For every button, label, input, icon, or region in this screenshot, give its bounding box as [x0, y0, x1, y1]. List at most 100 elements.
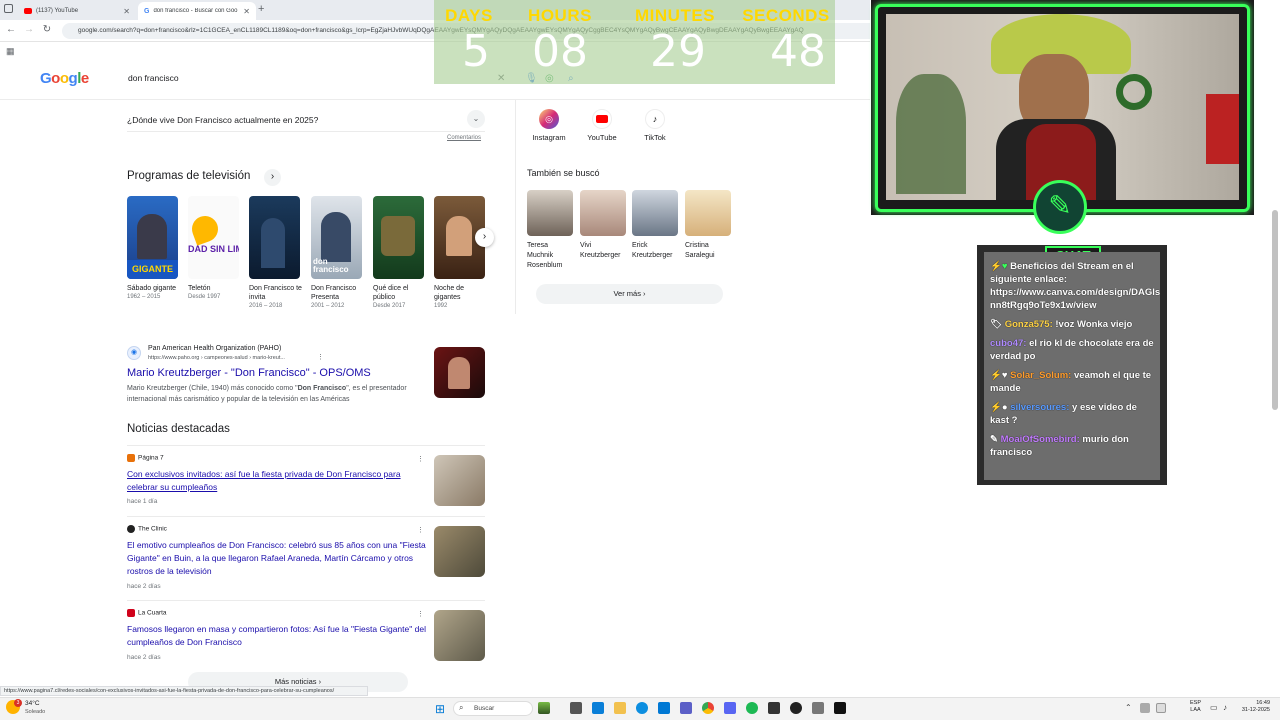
apps-icon[interactable]: ▦ — [6, 46, 15, 57]
page-scrollbar[interactable] — [1272, 210, 1278, 410]
tv-years: 2016 – 2018 — [249, 303, 283, 309]
tv-caption[interactable]: Don Francisco Presenta 2001 – 2012 — [311, 284, 365, 311]
tv-heading[interactable]: Programas de televisión — [127, 170, 250, 182]
instagram-icon[interactable]: ◎ — [539, 109, 559, 129]
network-icon[interactable]: ▭ — [1210, 703, 1218, 712]
tv-poster[interactable]: don francisco — [311, 196, 362, 279]
tv-poster[interactable]: DAD SIN LIM — [188, 196, 239, 279]
news-thumbnail[interactable] — [434, 526, 485, 577]
person-photo[interactable] — [685, 190, 731, 236]
tab-search-icon[interactable] — [4, 4, 13, 13]
more-options-icon[interactable]: ⋮ — [317, 353, 324, 361]
weather-temp[interactable]: 34°C — [25, 700, 40, 707]
divider — [127, 516, 485, 517]
news-thumbnail[interactable] — [434, 455, 485, 506]
social-label[interactable]: YouTube — [577, 133, 627, 142]
person-name[interactable]: Erick Kreutzberger — [632, 241, 680, 261]
person-name[interactable]: Cristina Saralegui — [685, 241, 733, 261]
news-title[interactable]: Famosos llegaron en masa y compartieron … — [127, 623, 427, 649]
feedback-link[interactable]: Comentarios — [447, 135, 481, 141]
tiktok-icon[interactable]: ♪ — [645, 109, 665, 129]
close-icon[interactable]: ✕ — [123, 7, 130, 16]
google-logo[interactable]: Google — [40, 70, 89, 87]
chevron-down-icon[interactable]: ⌄ — [467, 110, 485, 128]
more-options-icon[interactable]: ⋮ — [417, 526, 424, 534]
news-source[interactable]: The Clinic — [127, 525, 167, 533]
taskbar-search[interactable]: Buscar — [453, 701, 533, 716]
more-options-icon[interactable]: ⋮ — [417, 455, 424, 463]
tv-title: Qué dice el público — [373, 285, 409, 301]
tv-caption[interactable]: Sábado gigante 1962 – 2015 — [127, 284, 181, 302]
news-source[interactable]: Página 7 — [127, 454, 164, 462]
tab-google[interactable]: G don francisco - Buscar con Goo ✕ — [138, 2, 256, 20]
tv-caption[interactable]: Don Francisco te invita 2016 – 2018 — [249, 284, 303, 311]
system-clock[interactable]: 16:49 31-12-2025 — [1238, 700, 1270, 714]
countdown-hours: 08 — [532, 26, 588, 77]
tray-app-icon[interactable] — [1156, 703, 1166, 713]
edge-icon[interactable] — [636, 702, 648, 714]
result-url[interactable]: https://www.paho.org › campeones-salud ›… — [148, 355, 285, 361]
carousel-next-icon[interactable]: › — [475, 228, 494, 247]
pagina7-icon — [127, 454, 135, 462]
person-name[interactable]: Teresa Muchnik Rosenblum — [527, 241, 575, 271]
person-photo[interactable] — [632, 190, 678, 236]
person-photo[interactable] — [527, 190, 573, 236]
social-label[interactable]: Instagram — [524, 133, 574, 142]
language-indicator[interactable]: ESP LAA — [1190, 700, 1201, 714]
chrome-icon[interactable] — [702, 702, 714, 714]
chat-user: Gonza575: — [1004, 319, 1053, 330]
widgets-icon[interactable] — [538, 702, 550, 714]
chevron-right-icon[interactable]: › — [264, 169, 281, 186]
app-icon[interactable] — [812, 702, 824, 714]
reload-icon[interactable]: ↻ — [40, 24, 54, 35]
task-view-icon[interactable] — [570, 702, 582, 714]
app-icon[interactable] — [834, 702, 846, 714]
person-name[interactable]: Vivi Kreutzberger — [580, 241, 628, 261]
faq-question[interactable]: ¿Dónde vive Don Francisco actualmente en… — [127, 115, 318, 125]
forward-icon[interactable]: → — [22, 24, 36, 35]
countdown-seconds: 48 — [770, 26, 826, 77]
tray-chevron-icon[interactable]: ⌃ — [1125, 703, 1132, 712]
news-time: hace 2 días — [127, 583, 161, 590]
store-icon[interactable] — [658, 702, 670, 714]
result-title[interactable]: Mario Kreutzberger - "Don Francisco" - O… — [127, 367, 371, 379]
tv-title: Teletón — [188, 285, 211, 292]
see-more-button[interactable]: Ver más › — [536, 284, 723, 304]
result-thumbnail[interactable] — [434, 347, 485, 398]
discord-icon[interactable] — [724, 702, 736, 714]
spotify-icon[interactable] — [746, 702, 758, 714]
tv-caption[interactable]: Teletón Desde 1997 — [188, 284, 242, 302]
tv-poster[interactable] — [373, 196, 424, 279]
tv-poster[interactable] — [249, 196, 300, 279]
news-title[interactable]: El emotivo cumpleaños de Don Francisco: … — [127, 539, 427, 578]
tv-caption[interactable]: Qué dice el público Desde 2017 — [373, 284, 427, 311]
news-source[interactable]: La Cuarta — [127, 609, 167, 617]
back-icon[interactable]: ← — [4, 24, 18, 35]
news-heading[interactable]: Noticias destacadas — [127, 423, 230, 435]
close-icon[interactable]: ✕ — [243, 7, 250, 16]
file-explorer-icon[interactable] — [614, 702, 626, 714]
obs-icon[interactable] — [790, 702, 802, 714]
youtube-icon[interactable] — [592, 109, 612, 129]
windows-start-icon[interactable]: ⊞ — [435, 702, 445, 716]
also-searched-heading: También se buscó — [527, 168, 600, 178]
more-options-icon[interactable]: ⋮ — [417, 610, 424, 618]
photos-icon[interactable] — [592, 702, 604, 714]
news-source-name: The Clinic — [138, 525, 167, 533]
terminal-icon[interactable] — [768, 702, 780, 714]
news-thumbnail[interactable] — [434, 610, 485, 661]
new-tab-button[interactable]: + — [258, 3, 264, 15]
result-source[interactable]: Pan American Health Organization (PAHO) — [148, 345, 281, 352]
chat-badge-icon: ⚡● — [990, 402, 1011, 413]
tv-caption[interactable]: Noche de gigantes 1992 — [434, 284, 488, 311]
tv-poster[interactable]: GIGANTE — [127, 196, 178, 279]
chat-user: Solar_Solum: — [1010, 370, 1072, 381]
volume-icon[interactable]: ♪ — [1223, 703, 1227, 712]
tab-youtube[interactable]: (1137) YouTube ✕ — [18, 2, 136, 20]
chat-messages: ⚡♥ Beneficios del Stream en el siguiente… — [984, 252, 1160, 480]
social-label[interactable]: TikTok — [630, 133, 680, 142]
tray-app-icon[interactable] — [1140, 703, 1150, 713]
person-photo[interactable] — [580, 190, 626, 236]
teams-icon[interactable] — [680, 702, 692, 714]
news-title[interactable]: Con exclusivos invitados: así fue la fie… — [127, 468, 422, 494]
